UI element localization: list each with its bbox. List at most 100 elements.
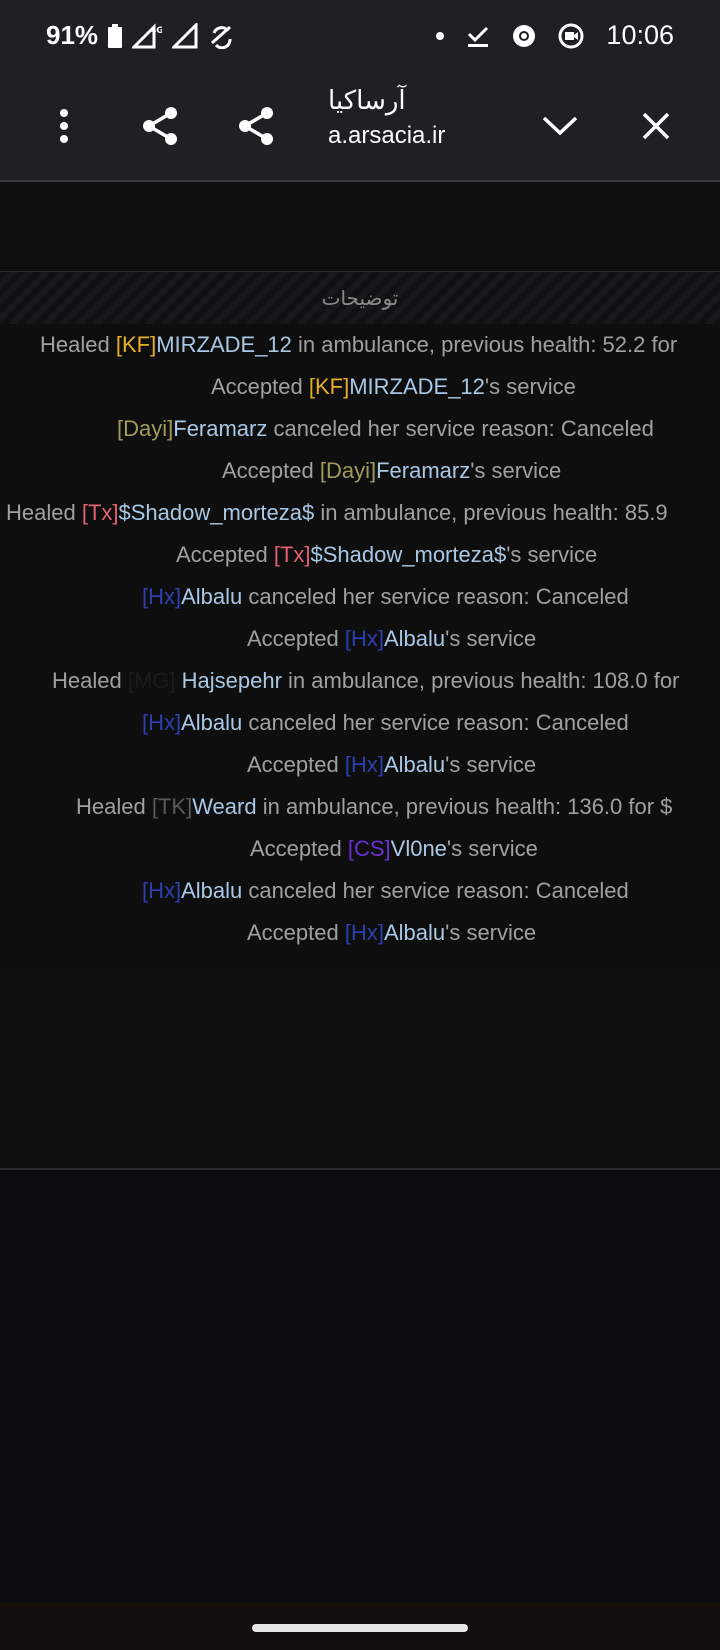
svg-text:4G: 4G — [150, 26, 162, 36]
log-row: Accepted [Tx]$Shadow_morteza$'s service — [176, 534, 597, 576]
page-title: آرساکیا — [328, 86, 406, 116]
screen-record-icon — [558, 23, 584, 48]
log-row-part: in ambulance, previous health: 52.2 for — [291, 332, 678, 357]
log-row-part: Albalu — [181, 710, 243, 735]
log-row: [Hx]Albalu canceled her service reason: … — [142, 702, 629, 744]
log-row-part: $Shadow_morteza$ — [310, 542, 507, 567]
home-gesture-pill[interactable] — [252, 1624, 468, 1632]
log-row: [Hx]Albalu canceled her service reason: … — [142, 576, 629, 618]
log-row-part: 's service — [445, 626, 537, 651]
log-row-part: Accepted — [247, 920, 345, 945]
log-row-part: Accepted — [247, 626, 345, 651]
log-row-part: Feramarz — [376, 458, 471, 483]
log-row: Accepted [Hx]Albalu's service — [247, 912, 536, 954]
log-row-part: Feramarz — [173, 416, 268, 441]
log-row-part: Albalu — [383, 752, 446, 777]
chevron-down-icon — [542, 116, 578, 136]
log-row-part: [KF] — [308, 374, 350, 399]
activity-log: Healed [KF]MIRZADE_12 in ambulance, prev… — [0, 324, 720, 968]
log-row-part: 's service — [506, 542, 598, 567]
log-row-part: Vl0ne — [390, 836, 447, 861]
log-row-part: [Dayi] — [319, 458, 377, 483]
close-button[interactable] — [628, 98, 684, 154]
log-row-part: [Hx] — [344, 920, 384, 945]
log-row: Healed [MG] Hajsepehr in ambulance, prev… — [52, 660, 679, 702]
log-row-part: [Tx] — [273, 542, 311, 567]
log-row: [Dayi]Feramarz canceled her service reas… — [117, 408, 654, 450]
log-row-part: [Hx] — [344, 626, 384, 651]
chrome-icon — [513, 24, 536, 47]
log-row-part: [Tx] — [81, 500, 119, 525]
dot-icon — [436, 31, 445, 40]
page-url: a.arsacia.ir — [328, 122, 446, 149]
log-row-part: Weard — [192, 794, 257, 819]
navigation-bar — [0, 1602, 720, 1650]
log-row-part: $Shadow_morteza$ — [118, 500, 315, 525]
log-row: Accepted [Hx]Albalu's service — [247, 618, 536, 660]
log-row-part: [TK] — [151, 794, 193, 819]
log-row-part: [Hx] — [344, 752, 384, 777]
log-row-part: in ambulance, previous health: 85.9 — [314, 500, 668, 525]
log-row: Accepted [Hx]Albalu's service — [247, 744, 536, 786]
log-row-part: 's service — [446, 836, 538, 861]
clock: 10:06 — [606, 20, 674, 50]
log-row-part: Hajsepehr — [181, 668, 282, 693]
log-row-part: MIRZADE_12 — [349, 374, 485, 399]
log-row-part: Albalu — [383, 920, 446, 945]
log-row-part: canceled her service reason: Canceled — [267, 416, 654, 441]
log-row-part: canceled her service reason: Canceled — [242, 584, 629, 609]
log-row-part: 's service — [484, 374, 576, 399]
log-row-part: 's service — [445, 752, 537, 777]
log-row-part: Albalu — [181, 878, 243, 903]
log-row-part: Accepted — [222, 458, 320, 483]
share-icon — [143, 107, 177, 145]
log-row-part: [Hx] — [142, 584, 182, 609]
log-row-part: 's service — [445, 920, 537, 945]
log-row-part: Accepted — [247, 752, 345, 777]
log-row-part: MIRZADE_12 — [156, 332, 292, 357]
log-row-part: Healed — [52, 668, 128, 693]
battery-icon — [108, 23, 123, 48]
more-vert-icon — [60, 109, 68, 143]
log-row-part: 's service — [470, 458, 562, 483]
log-row-part: Accepted — [211, 374, 309, 399]
share-button-2[interactable] — [228, 98, 284, 154]
log-row-part: in ambulance, previous health: 136.0 for… — [256, 794, 673, 819]
log-row: Accepted [KF]MIRZADE_12's service — [211, 366, 576, 408]
log-row: Healed [KF]MIRZADE_12 in ambulance, prev… — [40, 324, 677, 366]
page-title-block: آرساکیا a.arsacia.ir — [328, 86, 488, 150]
log-row-part: [MG] — [127, 668, 182, 693]
more-options-button[interactable] — [36, 98, 92, 154]
browser-toolbar: آرساکیا a.arsacia.ir — [0, 72, 720, 182]
signal-icon — [172, 22, 198, 48]
data-off-icon — [211, 25, 232, 49]
log-row-part: Albalu — [181, 584, 243, 609]
battery-percent: 91% — [46, 20, 99, 50]
page-background — [0, 1170, 720, 1602]
status-left: 91% 4G — [46, 20, 234, 51]
log-row-part: Healed — [76, 794, 152, 819]
share-icon — [239, 107, 273, 145]
log-row: Healed [Tx]$Shadow_morteza$ in ambulance… — [6, 492, 668, 534]
log-row-part: [KF] — [115, 332, 157, 357]
log-row: Accepted [Dayi]Feramarz's service — [222, 450, 561, 492]
log-row-part: canceled her service reason: Canceled — [242, 710, 629, 735]
log-row: [Hx]Albalu canceled her service reason: … — [142, 870, 629, 912]
share-button-1[interactable] — [132, 98, 188, 154]
log-row: Accepted [CS]Vl0ne's service — [250, 828, 538, 870]
log-row-part: canceled her service reason: Canceled — [242, 878, 629, 903]
log-row: Healed [TK]Weard in ambulance, previous … — [76, 786, 672, 828]
page-empty-band — [0, 968, 720, 1170]
log-row-part: [Hx] — [142, 878, 182, 903]
log-row-part: [CS] — [347, 836, 391, 861]
minimize-button[interactable] — [532, 98, 588, 154]
log-row-part: Albalu — [383, 626, 446, 651]
download-done-icon — [468, 26, 489, 47]
status-right: 10:06 — [436, 20, 674, 51]
close-icon — [642, 112, 670, 140]
section-header-label: توضیحات — [321, 286, 399, 310]
log-row-part: in ambulance, previous health: 108.0 for — [281, 668, 680, 693]
log-row-part: Accepted — [176, 542, 274, 567]
log-row-part: [Hx] — [142, 710, 182, 735]
log-row-part: [Dayi] — [117, 416, 174, 441]
